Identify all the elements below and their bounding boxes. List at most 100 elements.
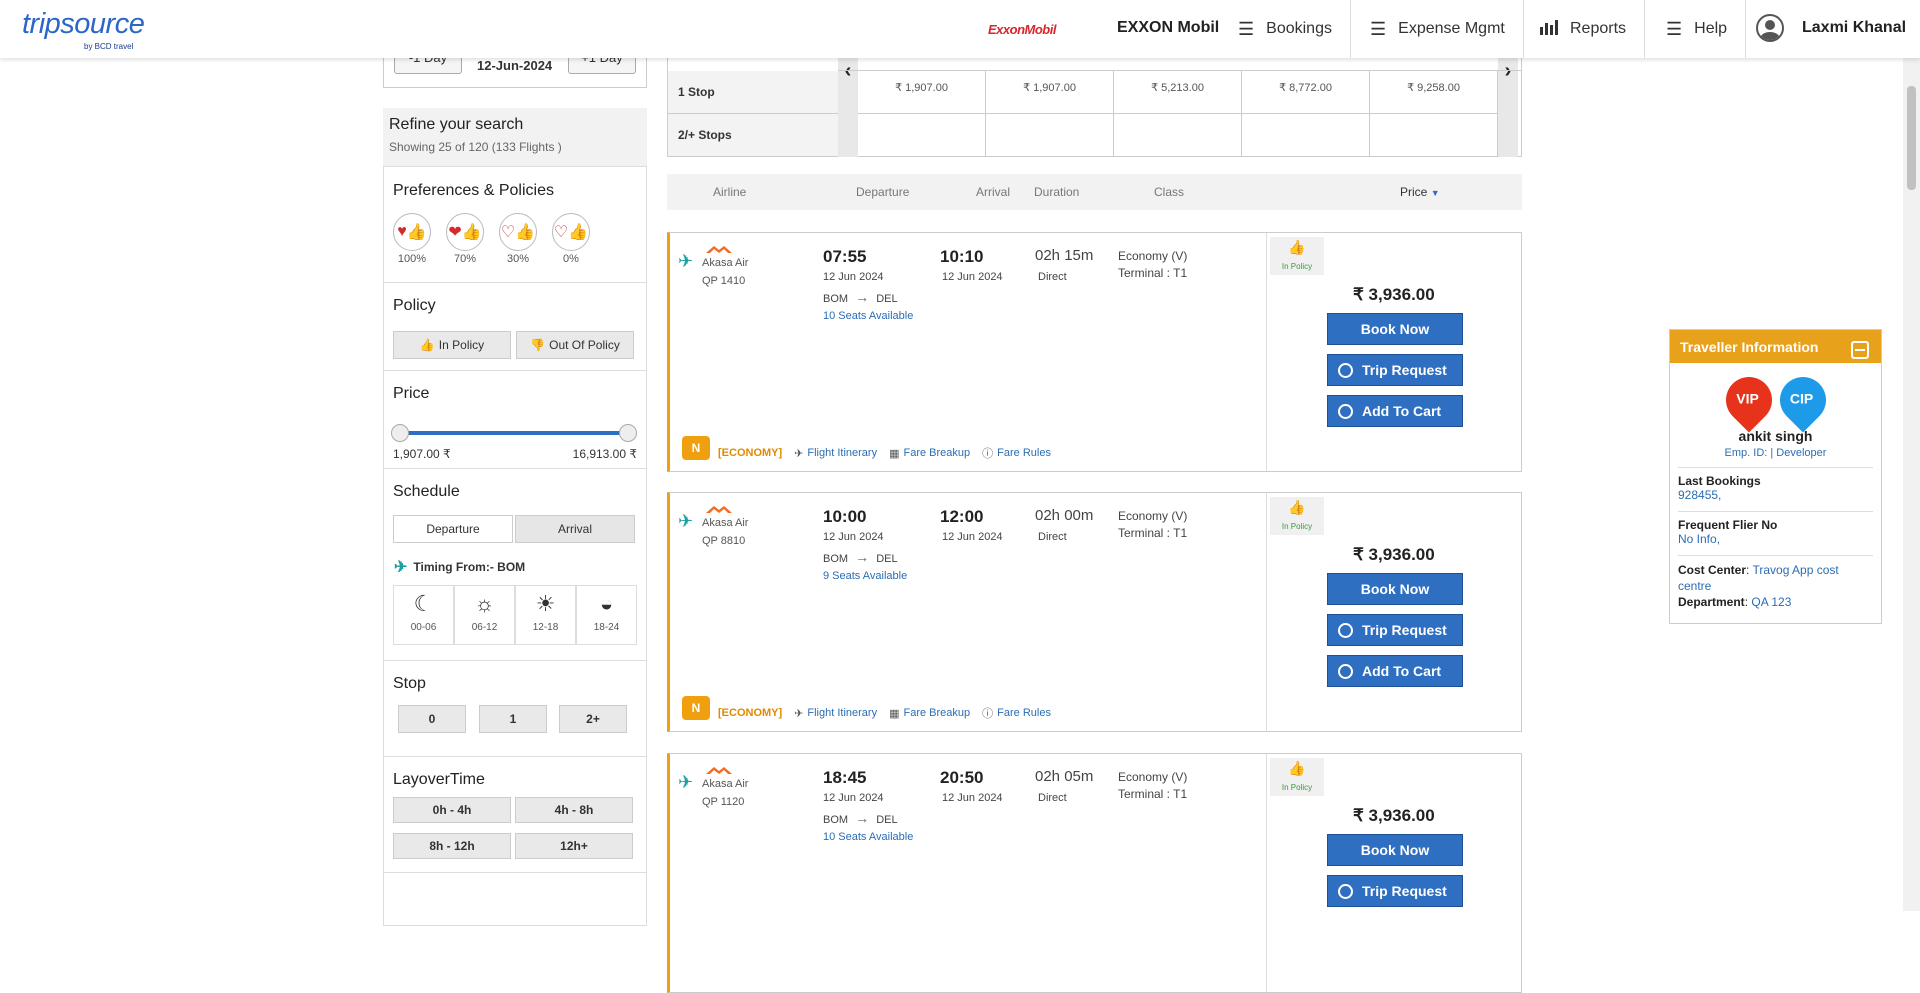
price-max-label: 16,913.00 ₹ xyxy=(572,447,637,461)
in-policy-badge: 👍 In Policy xyxy=(1270,497,1324,535)
departure-date: 12 Jun 2024 xyxy=(823,531,884,543)
nav-help[interactable]: ☰ Help xyxy=(1648,0,1747,58)
baggage-icon: N xyxy=(682,436,710,460)
slot-06-12[interactable]: ☼ 06-12 xyxy=(454,585,515,645)
schedule-section: Schedule Departure Arrival ✈ Timing From… xyxy=(384,469,646,661)
arrival-date: 12 Jun 2024 xyxy=(942,792,1003,804)
stop-1-button[interactable]: 1 xyxy=(479,705,547,733)
arrow-right-icon: → xyxy=(855,549,870,565)
frequent-flier: Frequent Flier No No Info, xyxy=(1678,511,1873,546)
sort-duration[interactable]: Duration xyxy=(1034,185,1079,199)
fare-breakup-link[interactable]: Fare Breakup xyxy=(904,447,971,459)
slot-00-06[interactable]: ☾ 00-06 xyxy=(393,585,454,645)
matrix-cell[interactable] xyxy=(858,114,986,157)
duration: 02h 00m xyxy=(1035,507,1094,524)
add-to-cart-button[interactable]: Add To Cart xyxy=(1327,395,1463,427)
stop-2plus-button[interactable]: 2+ xyxy=(559,705,627,733)
origin: BOM xyxy=(823,293,849,305)
fare-breakup-link[interactable]: Fare Breakup xyxy=(904,707,971,719)
traveller-title: Traveller Information xyxy=(1680,339,1819,355)
arrival-tab[interactable]: Arrival xyxy=(515,515,635,543)
sunset-icon: ◒ xyxy=(599,591,614,616)
arrival-time: 10:10 xyxy=(940,247,984,266)
slot-12-18[interactable]: ☀ 12-18 xyxy=(515,585,576,645)
logo-sub: by BCD travel xyxy=(84,42,134,51)
sort-price[interactable]: Price ▼ xyxy=(1400,185,1440,199)
matrix-cell[interactable]: ₹ 1,907.00 xyxy=(986,71,1114,114)
sort-class[interactable]: Class xyxy=(1154,185,1184,199)
book-now-button[interactable]: Book Now xyxy=(1327,313,1463,345)
heart-thumb-icon: ♡ 👍 xyxy=(552,213,590,251)
flight-itinerary-link[interactable]: Flight Itinerary xyxy=(807,447,877,459)
sort-arrival[interactable]: Arrival xyxy=(976,185,1010,199)
trip-request-button[interactable]: Trip Request xyxy=(1327,614,1463,646)
sort-bar: Airline Departure Arrival Duration Class… xyxy=(667,174,1522,210)
tripsource-logo[interactable]: tripsource by BCD travel xyxy=(22,8,145,51)
nav-expense-mgmt[interactable]: ☰ Expense Mgmt xyxy=(1352,0,1524,58)
nav-reports[interactable]: Reports xyxy=(1522,0,1646,58)
matrix-cell[interactable] xyxy=(986,114,1114,157)
pref-30[interactable]: ♡ 👍 30% xyxy=(499,213,537,265)
arrival-date: 12 Jun 2024 xyxy=(942,271,1003,283)
book-now-button[interactable]: Book Now xyxy=(1327,573,1463,605)
add-to-cart-button[interactable]: Add To Cart xyxy=(1327,655,1463,687)
pref-100[interactable]: ♥ 👍 100% xyxy=(393,213,431,265)
layover-8-12-button[interactable]: 8h - 12h xyxy=(393,833,511,859)
trip-request-button[interactable]: Trip Request xyxy=(1327,875,1463,907)
user-avatar-icon[interactable] xyxy=(1756,14,1784,42)
sort-departure[interactable]: Departure xyxy=(856,185,909,199)
book-now-button[interactable]: Book Now xyxy=(1327,834,1463,866)
matrix-cell[interactable] xyxy=(1370,114,1498,157)
nav-bookings[interactable]: ☰ Bookings xyxy=(1220,0,1351,58)
matrix-cell[interactable] xyxy=(1242,114,1370,157)
fare-rules-link[interactable]: Fare Rules xyxy=(997,707,1051,719)
departure-tab[interactable]: Departure xyxy=(393,515,513,543)
destination: DEL xyxy=(876,553,898,565)
baggage-icon: N xyxy=(682,696,710,720)
scroll-thumb[interactable] xyxy=(1907,86,1916,190)
fare-price: ₹ 3,936.00 xyxy=(1353,545,1435,564)
duration: 02h 15m xyxy=(1035,247,1094,264)
fare-matrix: 1 Stop 2/+ Stops ‹ ₹ 1,907.00 ₹ 1,907.00… xyxy=(667,58,1522,157)
flight-itinerary-link[interactable]: Flight Itinerary xyxy=(807,707,877,719)
matrix-cell[interactable]: ₹ 1,907.00 xyxy=(858,71,986,114)
schedule-title: Schedule xyxy=(393,483,460,500)
minimize-icon[interactable] xyxy=(1851,341,1869,359)
matrix-cell[interactable]: ₹ 8,772.00 xyxy=(1242,71,1370,114)
price-max-handle[interactable] xyxy=(619,424,637,442)
last-bookings-link[interactable]: 928455, xyxy=(1678,488,1721,502)
preferences-section: Preferences & Policies ♥ 👍 100% ❤ 👍 70% ♡ 👍… xyxy=(384,167,646,283)
sort-airline[interactable]: Airline xyxy=(713,185,746,199)
pref-0[interactable]: ♡ 👍 0% xyxy=(552,213,590,265)
sunrise-icon: ☼ xyxy=(474,591,495,616)
layover-4-8-button[interactable]: 4h - 8h xyxy=(515,797,633,823)
vip-label: VIP xyxy=(1736,390,1759,407)
radio-icon xyxy=(1338,403,1353,419)
terminal: Terminal : T1 xyxy=(1118,266,1188,280)
price-min-handle[interactable] xyxy=(391,424,409,442)
matrix-cell[interactable] xyxy=(1114,114,1242,157)
layover-0-4-button[interactable]: 0h - 4h xyxy=(393,797,511,823)
calculator-icon: ▦ xyxy=(889,447,900,460)
matrix-next-arrow[interactable]: › xyxy=(1498,58,1518,157)
preferences-title: Preferences & Policies xyxy=(393,182,554,199)
matrix-cell[interactable]: ₹ 5,213.00 xyxy=(1114,71,1242,114)
in-policy-button[interactable]: 👍 In Policy xyxy=(393,331,511,359)
traveller-header: Traveller Information xyxy=(1670,330,1881,363)
seats-available[interactable]: 10 Seats Available xyxy=(823,310,913,322)
seats-available[interactable]: 10 Seats Available xyxy=(823,831,913,843)
seats-available[interactable]: 9 Seats Available xyxy=(823,570,907,582)
user-name[interactable]: Laxmi Khanal xyxy=(1802,19,1906,37)
matrix-cell[interactable]: ₹ 9,258.00 xyxy=(1370,71,1498,114)
matrix-prev-arrow[interactable]: ‹ xyxy=(838,58,858,157)
pref-label: 30% xyxy=(506,253,530,265)
fare-rules-link[interactable]: Fare Rules xyxy=(997,447,1051,459)
price-slider-track[interactable] xyxy=(391,424,637,442)
pref-70[interactable]: ❤ 👍 70% xyxy=(446,213,484,265)
layover-12plus-button[interactable]: 12h+ xyxy=(515,833,633,859)
page-scrollbar[interactable] xyxy=(1903,58,1920,911)
out-of-policy-button[interactable]: 👎 Out Of Policy xyxy=(516,331,634,359)
stop-0-button[interactable]: 0 xyxy=(398,705,466,733)
slot-18-24[interactable]: ◒ 18-24 xyxy=(576,585,637,645)
trip-request-button[interactable]: Trip Request xyxy=(1327,354,1463,386)
